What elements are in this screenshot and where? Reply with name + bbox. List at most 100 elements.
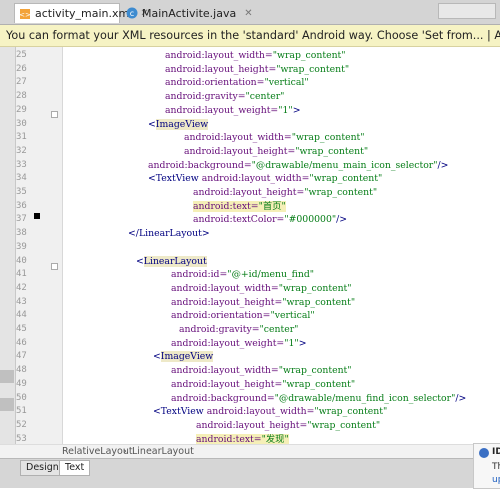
code-text: android:id="@+id/menu_find"	[171, 269, 315, 281]
code-line[interactable]: 38 </LinearLayout>	[0, 227, 500, 241]
java-class-icon: c	[126, 7, 138, 19]
line-number: 44	[16, 310, 27, 321]
code-text: android:layout_height="wrap_content"	[165, 63, 350, 75]
code-line[interactable]: 36 android:text="首页"	[0, 200, 500, 214]
code-text: android:background="@drawable/menu_find_…	[171, 392, 467, 404]
code-text: android:layout_height="wrap_content"	[193, 187, 378, 198]
code-line[interactable]: 37 android:textColor="#000000"/>	[0, 213, 500, 227]
code-line[interactable]: 39	[0, 241, 500, 255]
line-number: 46	[16, 337, 27, 348]
line-number: 37	[16, 214, 27, 225]
line-number: 51	[16, 406, 27, 417]
line-number: 53	[16, 433, 27, 444]
code-line[interactable]: 35 android:layout_height="wrap_content"	[0, 186, 500, 200]
line-number: 41	[16, 269, 27, 280]
code-text: <TextView android:layout_width="wrap_con…	[148, 173, 383, 185]
code-line[interactable]: 25 android:layout_width="wrap_content"	[0, 49, 500, 63]
code-line[interactable]: 29 android:layout_weight="1">	[0, 104, 500, 118]
format-notice-banner[interactable]: You can format your XML resources in the…	[0, 25, 500, 47]
code-text: android:layout_height="wrap_content"	[171, 296, 356, 308]
popup-link[interactable]: up	[492, 475, 500, 485]
code-text: <ImageView	[148, 118, 209, 130]
svg-text:c: c	[130, 9, 134, 18]
svg-text:<>: <>	[19, 11, 31, 19]
line-number: 30	[16, 118, 27, 129]
line-number: 25	[16, 50, 27, 60]
line-number: 43	[16, 296, 27, 307]
code-line[interactable]: 33 android:background="@drawable/menu_mai…	[0, 159, 500, 173]
code-text: android:text="首页"	[193, 200, 286, 212]
code-line[interactable]: 27 android:orientation="vertical"	[0, 76, 500, 90]
code-line[interactable]: 40 <LinearLayout	[0, 255, 500, 269]
code-line[interactable]: 31 android:layout_width="wrap_content"	[0, 131, 500, 145]
line-number: 35	[16, 187, 27, 197]
editor-mode-bar: Design Text	[0, 458, 500, 488]
code-line[interactable]: 46 android:layout_weight="1">	[0, 337, 500, 351]
code-text: <ImageView	[153, 351, 214, 363]
tab-main-activite-java[interactable]: c MainActivite.java ✕	[122, 3, 253, 23]
code-text: android:layout_height="wrap_content"	[171, 378, 356, 390]
code-text: android:layout_height="wrap_content"	[184, 145, 369, 157]
code-line[interactable]: 49 android:layout_height="wrap_content"	[0, 378, 500, 392]
code-text: android:background="@drawable/menu_main_…	[148, 159, 449, 171]
code-line[interactable]: 41 android:id="@+id/menu_find"	[0, 268, 500, 282]
tab-text[interactable]: Text	[59, 460, 91, 476]
code-line[interactable]: 26 android:layout_height="wrap_content"	[0, 63, 500, 77]
code-line[interactable]: 45 android:gravity="center"	[0, 323, 500, 337]
tab-activity-main-xml[interactable]: <> activity_main.xml ✕	[14, 3, 149, 23]
code-text: android:layout_weight="1">	[165, 104, 301, 116]
code-text: android:layout_width="wrap_content"	[165, 50, 346, 61]
code-text: android:layout_width="wrap_content"	[171, 282, 352, 294]
line-number: 26	[16, 63, 27, 74]
line-number: 27	[16, 77, 27, 88]
code-line[interactable]: 28 android:gravity="center"	[0, 90, 500, 104]
code-line[interactable]: 50 android:background="@drawable/menu_fin…	[0, 392, 500, 406]
line-number: 42	[16, 282, 27, 293]
xml-file-icon: <>	[19, 8, 31, 20]
line-number: 39	[16, 241, 27, 252]
toolbar-widget[interactable]	[438, 3, 496, 19]
line-number: 36	[16, 200, 27, 211]
editor-tab-bar: <> activity_main.xml ✕ c MainActivite.ja…	[0, 0, 500, 25]
code-text: android:orientation="vertical"	[165, 77, 309, 89]
line-number: 33	[16, 159, 27, 170]
code-text: android:layout_width="wrap_content"	[184, 132, 365, 144]
code-line[interactable]: 34 <TextView android:layout_width="wrap_c…	[0, 172, 500, 186]
breadcrumb-separator: ›	[123, 446, 127, 457]
code-line[interactable]: 47 <ImageView	[0, 350, 500, 364]
code-editor[interactable]: 25 android:layout_width="wrap_content" 26 a…	[0, 47, 500, 444]
code-line[interactable]: 42 android:layout_width="wrap_content"	[0, 282, 500, 296]
code-text: android:layout_weight="1">	[171, 337, 307, 349]
line-number: 32	[16, 145, 27, 156]
code-line[interactable]: 43 android:layout_height="wrap_content"	[0, 296, 500, 310]
code-text: android:layout_height="wrap_content"	[196, 419, 381, 431]
code-line[interactable]: 48 android:layout_width="wrap_content"	[0, 364, 500, 378]
code-text: android:gravity="center"	[165, 91, 285, 103]
code-line[interactable]: 53 android:text="发现"	[0, 433, 500, 444]
popup-text: Th	[492, 462, 500, 472]
code-line[interactable]: 32 android:layout_height="wrap_content"	[0, 145, 500, 159]
line-number: 38	[16, 228, 27, 239]
close-icon[interactable]: ✕	[244, 8, 252, 19]
code-text: android:layout_width="wrap_content"	[171, 365, 352, 377]
line-number: 45	[16, 324, 27, 334]
code-line[interactable]: 44 android:orientation="vertical"	[0, 309, 500, 323]
tab-label: activity_main.xml	[35, 7, 133, 20]
notification-popup[interactable]: ID Th up	[473, 443, 500, 489]
code-line[interactable]: 30 <ImageView	[0, 118, 500, 132]
code-line[interactable]: 52 android:layout_height="wrap_content"	[0, 419, 500, 433]
info-icon	[479, 448, 489, 458]
line-number: 52	[16, 419, 27, 430]
code-text: android:text="发现"	[196, 433, 289, 444]
code-text: </LinearLayout>	[128, 228, 210, 240]
code-text: android:orientation="vertical"	[171, 310, 315, 322]
code-text: android:textColor="#000000"/>	[193, 214, 348, 226]
line-number: 40	[16, 255, 27, 266]
code-line[interactable]: 51 <TextView android:layout_width="wrap_c…	[0, 405, 500, 419]
code-text: <TextView android:layout_width="wrap_con…	[153, 406, 388, 418]
breadcrumb-item-linearlayout[interactable]: LinearLayout	[132, 445, 194, 459]
code-text: android:gravity="center"	[179, 324, 299, 335]
line-number: 47	[16, 351, 27, 362]
line-number: 50	[16, 392, 27, 403]
line-number: 31	[16, 132, 27, 143]
